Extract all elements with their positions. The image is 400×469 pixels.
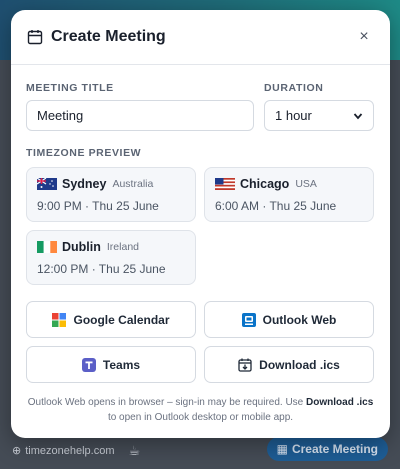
meeting-title-input[interactable]: Meeting [26,100,254,131]
duration-label: DURATION [264,82,324,94]
australia-flag-icon [37,178,57,190]
timezone-card-dublin: Dublin Ireland 12:00 PM · Thu 25 June [26,230,196,285]
timezone-city: Chicago [240,177,290,191]
google-calendar-button[interactable]: Google Calendar [26,301,196,338]
footer-create-meeting-button[interactable]: ▦ Create Meeting [266,437,388,461]
modal-title: Create Meeting [51,28,166,45]
timezone-city: Sydney [62,177,107,191]
teams-button[interactable]: Teams [26,346,196,383]
timezone-city: Dublin [62,240,101,254]
globe-icon: ⊕ [12,445,22,457]
timezone-card-chicago: Chicago USA 6:00 AM · Thu 25 June [204,167,374,222]
timezone-country: USA [295,178,317,190]
google-calendar-label: Google Calendar [73,312,170,327]
close-button[interactable]: × [354,27,374,47]
chevron-down-icon [353,112,363,119]
download-calendar-icon [238,358,252,372]
duration-value: 1 hour [275,108,312,123]
ireland-flag-icon [37,241,57,253]
teams-icon [81,357,96,372]
note-download-highlight: Download .ics [306,397,374,408]
coffee-icon[interactable]: ☕ [129,443,141,459]
outlook-note: Outlook Web opens in browser – sign-in m… [25,395,376,425]
close-icon: × [359,28,369,45]
calendar-icon: ▦ [276,442,288,456]
timezone-preview-label: TIMEZONE PREVIEW [26,147,142,159]
duration-select[interactable]: 1 hour [264,100,374,131]
timezone-country: Ireland [106,241,139,253]
meeting-title-label: MEETING TITLE [26,82,114,94]
timezone-card-sydney: Sydney Australia 9:00 PM · Thu 25 June [26,167,196,222]
outlook-web-button[interactable]: Outlook Web [204,301,374,338]
modal-header: Create Meeting × [11,10,390,65]
download-ics-label: Download .ics [259,357,340,372]
footer-create-meeting-label: Create Meeting [291,442,378,456]
teams-label: Teams [102,357,141,372]
usa-flag-icon [215,178,235,190]
download-ics-button[interactable]: Download .ics [204,346,374,383]
note-text-start: Outlook Web opens in browser – sign-in m… [27,397,307,408]
calendar-icon [27,30,43,45]
outlook-web-label: Outlook Web [262,312,337,327]
timezone-country: Australia [112,178,154,190]
timezone-time: 9:00 PM · Thu 25 June [37,199,159,213]
outlook-icon [241,312,256,327]
timezone-time: 12:00 PM · Thu 25 June [37,262,166,276]
google-calendar-icon [52,312,67,327]
note-text-end: to open in Outlook desktop or mobile app… [107,412,294,423]
footer-site-text: timezonehelp.com [25,444,115,457]
timezone-time: 6:00 AM · Thu 25 June [215,199,337,213]
create-meeting-modal: Create Meeting × MEETING TITLE DURATION … [11,10,390,438]
